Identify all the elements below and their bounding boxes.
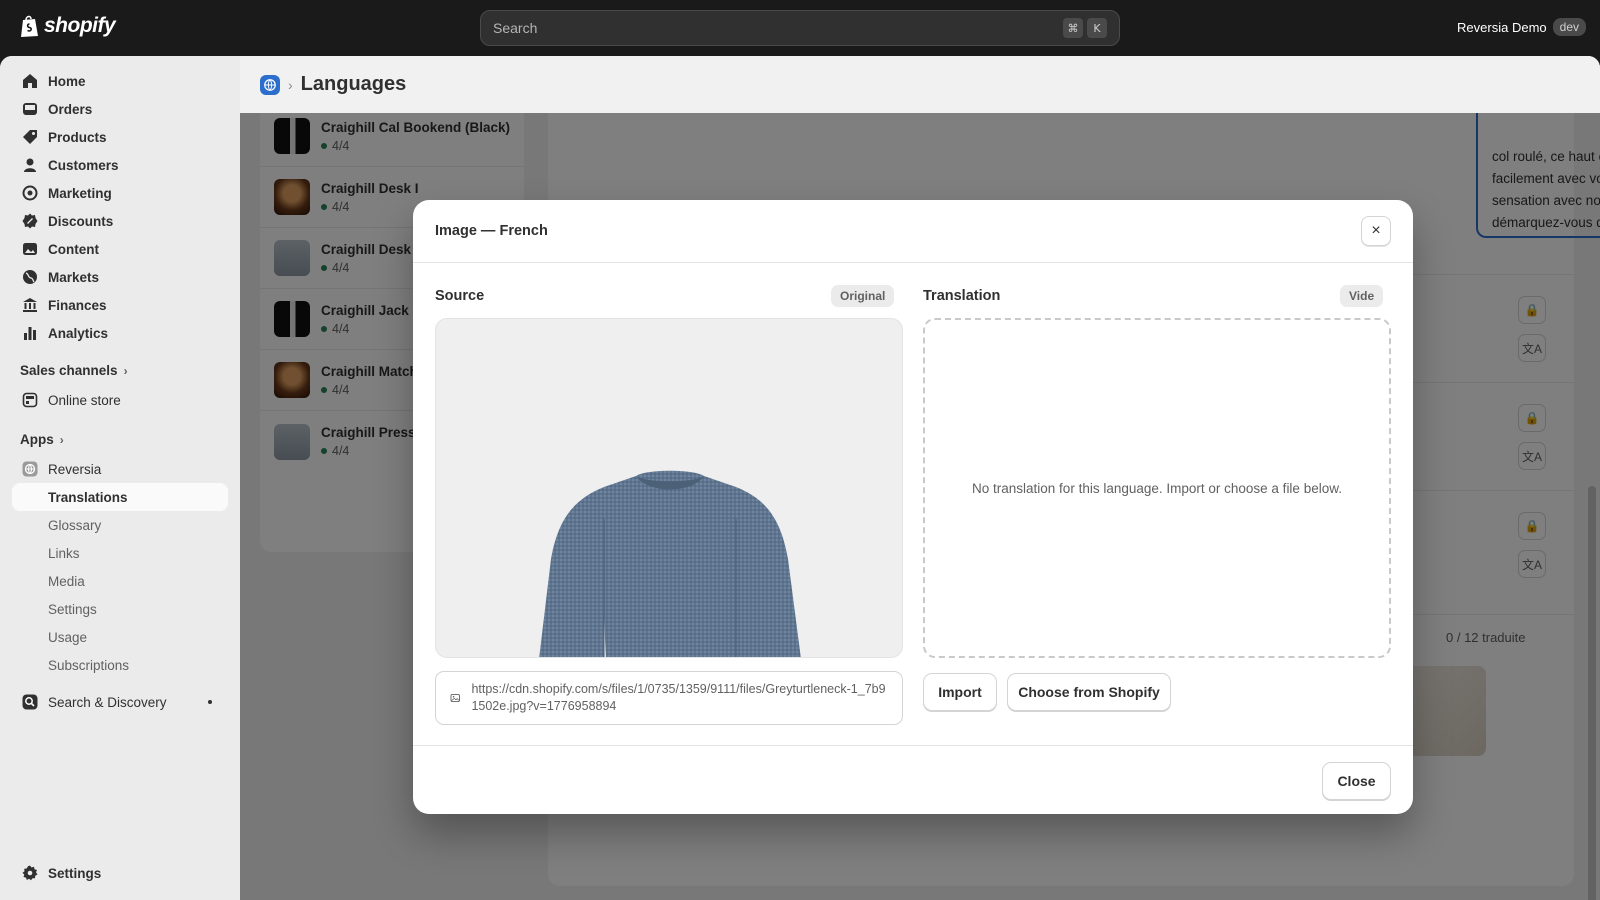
subitem-label: Usage xyxy=(48,629,88,645)
home-icon xyxy=(20,71,40,91)
sidebar-item-online-store[interactable]: Online store xyxy=(12,386,228,414)
sidebar-item-label: Customers xyxy=(48,157,119,173)
sidebar-item-home[interactable]: Home xyxy=(12,67,228,95)
page-title: Languages xyxy=(300,73,407,95)
chart-icon xyxy=(20,323,40,343)
sidebar-item-label: Home xyxy=(48,73,86,89)
store-badge: dev xyxy=(1552,18,1586,36)
source-image-preview xyxy=(435,318,903,658)
bank-icon xyxy=(20,295,40,315)
sidebar-item-label: Markets xyxy=(48,269,100,285)
global-search[interactable]: ⌘ K xyxy=(480,10,1120,46)
gear-icon xyxy=(20,863,40,883)
sidebar-subitem-subscriptions[interactable]: Subscriptions xyxy=(12,651,228,679)
sidebar-item-label: Orders xyxy=(48,101,93,117)
sidebar-subitem-settings[interactable]: Settings xyxy=(12,595,228,623)
orders-icon xyxy=(20,99,40,119)
chevron-right-icon: › xyxy=(123,363,128,378)
sidebar-item-reversia[interactable]: Reversia xyxy=(12,455,228,483)
image-url-text: https://cdn.shopify.com/s/files/1/0735/1… xyxy=(471,682,886,713)
chevron-right-icon: › xyxy=(59,432,64,447)
subitem-label: Glossary xyxy=(48,517,102,533)
top-bar: shopify ⌘ K Reversia Demo dev xyxy=(0,0,1600,56)
subitem-label: Settings xyxy=(48,601,97,617)
sidebar-item-products[interactable]: Products xyxy=(12,123,228,151)
search-input[interactable] xyxy=(493,20,1059,36)
source-heading: Source xyxy=(435,288,485,304)
unpinned-dot xyxy=(208,700,212,704)
sidebar-subitem-links[interactable]: Links xyxy=(12,539,228,567)
sidebar-item-label: Settings xyxy=(48,865,102,881)
sidebar-item-label: Discounts xyxy=(48,213,114,229)
sidebar-item-settings[interactable]: Settings xyxy=(12,859,228,887)
breadcrumb-separator-icon: › xyxy=(288,76,293,93)
close-button[interactable]: Close xyxy=(1322,762,1391,800)
import-button[interactable]: Import xyxy=(923,673,997,711)
sidebar-item-customers[interactable]: Customers xyxy=(12,151,228,179)
sweater-image xyxy=(539,470,801,657)
tag-icon xyxy=(20,127,40,147)
sidebar-item-label: Finances xyxy=(48,297,107,313)
sidebar-item-label: Reversia xyxy=(48,461,102,477)
sidebar-item-content[interactable]: Content xyxy=(12,235,228,263)
reversia-globe-icon[interactable] xyxy=(260,74,280,95)
image-translation-modal: Image — French × Source Original Transla… xyxy=(413,200,1413,814)
store-menu[interactable]: Reversia Demo dev xyxy=(1457,18,1586,36)
translation-drop-zone[interactable]: No translation for this language. Import… xyxy=(923,318,1391,658)
empty-badge: Vide xyxy=(1340,285,1384,307)
command-key-hint: ⌘ xyxy=(1063,18,1083,38)
apps-label: Apps xyxy=(20,432,54,447)
k-key-hint: K xyxy=(1087,18,1107,38)
shopify-logo[interactable]: shopify xyxy=(20,14,116,38)
discount-icon xyxy=(20,211,40,231)
sidebar-item-label: Marketing xyxy=(48,185,112,201)
sidebar-item-label: Analytics xyxy=(48,325,109,341)
shopify-bag-icon xyxy=(21,15,38,37)
target-icon xyxy=(20,183,40,203)
globe-icon xyxy=(20,267,40,287)
reversia-app-icon xyxy=(20,459,40,479)
sidebar-subitem-media[interactable]: Media xyxy=(12,567,228,595)
sidebar-item-marketing[interactable]: Marketing xyxy=(12,179,228,207)
original-badge: Original xyxy=(831,285,895,307)
sidebar-item-orders[interactable]: Orders xyxy=(12,95,228,123)
sidebar-subitem-glossary[interactable]: Glossary xyxy=(12,511,228,539)
sidebar-item-label: Products xyxy=(48,129,107,145)
sidebar-item-label: Content xyxy=(48,241,99,257)
sales-channels-heading[interactable]: Sales channels › xyxy=(20,363,128,378)
sidebar-item-label: Search & Discovery xyxy=(48,694,167,710)
image-url-field[interactable]: https://cdn.shopify.com/s/files/1/0735/1… xyxy=(435,671,903,725)
sidebar-subitem-usage[interactable]: Usage xyxy=(12,623,228,651)
image-icon xyxy=(450,693,460,703)
translation-heading: Translation xyxy=(923,288,1001,304)
empty-translation-message: No translation for this language. Import… xyxy=(972,480,1342,496)
sidebar-subitem-translations[interactable]: Translations xyxy=(12,483,228,511)
subitem-label: Media xyxy=(48,573,85,589)
page-header: › Languages xyxy=(240,56,1600,113)
close-icon-button[interactable]: × xyxy=(1361,216,1391,246)
sidebar-item-search-discovery[interactable]: Search & Discovery xyxy=(12,688,228,716)
sidebar-item-discounts[interactable]: Discounts xyxy=(12,207,228,235)
choose-from-shopify-button[interactable]: Choose from Shopify xyxy=(1007,673,1171,711)
sidebar-item-label: Online store xyxy=(48,392,121,408)
modal-title: Image — French xyxy=(435,223,548,239)
person-icon xyxy=(20,155,40,175)
modal-footer-divider xyxy=(413,745,1413,746)
sidebar-item-analytics[interactable]: Analytics xyxy=(12,319,228,347)
sidebar-item-finances[interactable]: Finances xyxy=(12,291,228,319)
brand-text: shopify xyxy=(44,14,116,37)
sidebar: Home Orders Products Customers Marketing… xyxy=(0,56,240,900)
sales-channels-label: Sales channels xyxy=(20,363,118,378)
sidebar-item-markets[interactable]: Markets xyxy=(12,263,228,291)
content-icon xyxy=(20,239,40,259)
apps-heading[interactable]: Apps › xyxy=(20,432,64,447)
store-name: Reversia Demo xyxy=(1457,19,1547,35)
search-discovery-icon xyxy=(20,692,40,712)
subitem-label: Subscriptions xyxy=(48,657,130,673)
modal-header: Image — French × xyxy=(413,200,1413,263)
subitem-label: Translations xyxy=(48,489,128,505)
storefront-icon xyxy=(20,390,40,410)
subitem-label: Links xyxy=(48,545,80,561)
